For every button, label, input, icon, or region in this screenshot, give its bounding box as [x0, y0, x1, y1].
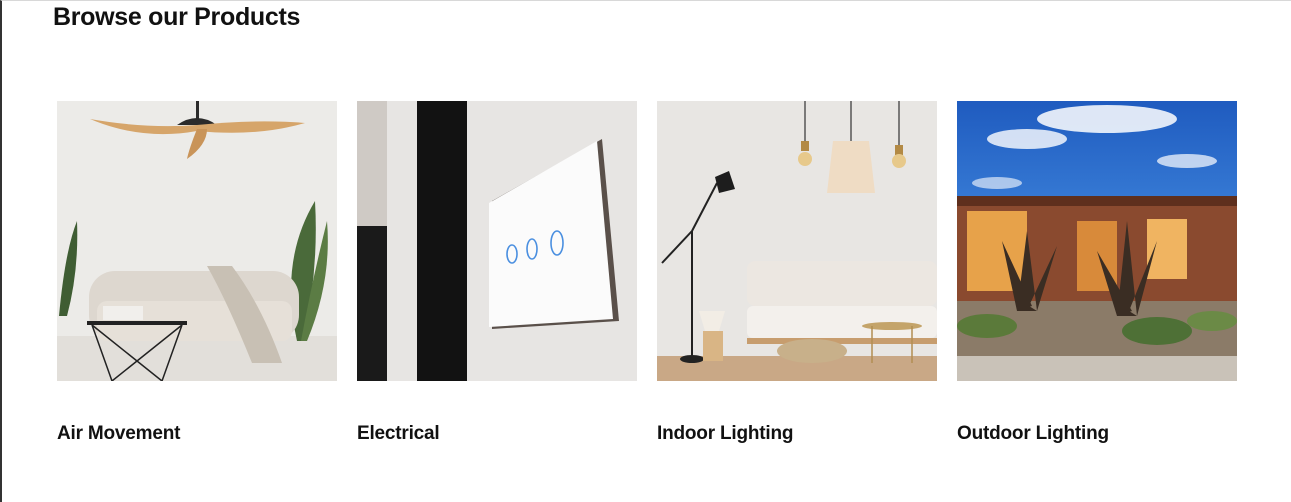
product-image-air-movement[interactable]: [57, 101, 337, 381]
product-image-outdoor-lighting[interactable]: [957, 101, 1237, 381]
product-label[interactable]: Outdoor Lighting: [957, 423, 1237, 445]
section-title: Browse our Products: [53, 3, 301, 31]
product-card-outdoor-lighting[interactable]: Outdoor Lighting: [957, 101, 1237, 445]
product-label[interactable]: Indoor Lighting: [657, 423, 937, 445]
product-label[interactable]: Electrical: [357, 423, 637, 445]
product-image-electrical[interactable]: [357, 101, 637, 381]
product-label[interactable]: Air Movement: [57, 423, 337, 445]
product-image-indoor-lighting[interactable]: [657, 101, 937, 381]
product-card-indoor-lighting[interactable]: Indoor Lighting: [657, 101, 937, 445]
product-card-electrical[interactable]: Electrical: [357, 101, 637, 445]
product-card-air-movement[interactable]: Air Movement: [57, 101, 337, 445]
page: Browse our Products Air Movement Electri…: [0, 0, 1291, 502]
product-grid: Air Movement Electrical Indoor Lighting …: [57, 101, 1237, 445]
